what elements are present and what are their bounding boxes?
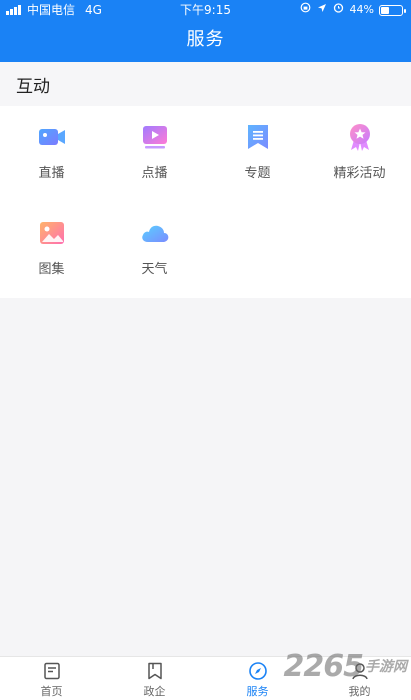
home-doc-icon (42, 661, 62, 681)
weather-cloud-icon (140, 218, 170, 248)
tab-home[interactable]: 首页 (0, 661, 103, 699)
app-header: 中国电信 4G 下午9:15 44% 服务 (0, 0, 411, 62)
rotation-lock-icon (300, 0, 311, 20)
grid-item-gallery[interactable]: 图集 (0, 218, 103, 277)
page-title: 服务 (186, 29, 225, 50)
grid-item-label: 点播 (141, 166, 168, 181)
status-bar: 中国电信 4G 下午9:15 44% (0, 0, 411, 20)
watermark-text: 手游网 (365, 659, 407, 675)
grid-item-activities[interactable]: 精彩活动 (308, 122, 411, 181)
live-video-icon (37, 122, 67, 152)
grid-item-label: 直播 (38, 166, 65, 181)
tab-label: 首页 (40, 685, 63, 698)
location-icon (317, 0, 327, 20)
interaction-section: 互动 直播 点播 专题 精彩活动 图集 天气 (0, 62, 411, 298)
watermark-number: 2265 (283, 648, 364, 684)
grid-item-label: 天气 (141, 262, 168, 277)
compass-icon (248, 661, 268, 681)
alarm-icon (333, 0, 344, 20)
watermark-logo: 2265 手游网 (284, 646, 408, 686)
grid-item-label: 图集 (38, 262, 65, 277)
section-header: 互动 (0, 62, 411, 106)
tab-label: 政企 (143, 685, 166, 698)
topic-bookmark-icon (243, 122, 273, 152)
section-title: 互动 (16, 77, 50, 97)
bookmark-icon (145, 661, 165, 681)
vod-play-icon (140, 122, 170, 152)
grid-item-topic[interactable]: 专题 (206, 122, 309, 181)
grid-item-label: 专题 (244, 166, 271, 181)
tab-enterprise[interactable]: 政企 (103, 661, 206, 699)
grid-item-label: 精彩活动 (333, 166, 386, 181)
grid-item-vod[interactable]: 点播 (103, 122, 206, 181)
battery-icon (379, 4, 406, 16)
gallery-image-icon (37, 218, 67, 248)
award-star-icon (345, 122, 375, 152)
grid-item-live[interactable]: 直播 (0, 122, 103, 181)
grid-item-weather[interactable]: 天气 (103, 218, 206, 277)
battery-percent: 44% (349, 3, 374, 16)
